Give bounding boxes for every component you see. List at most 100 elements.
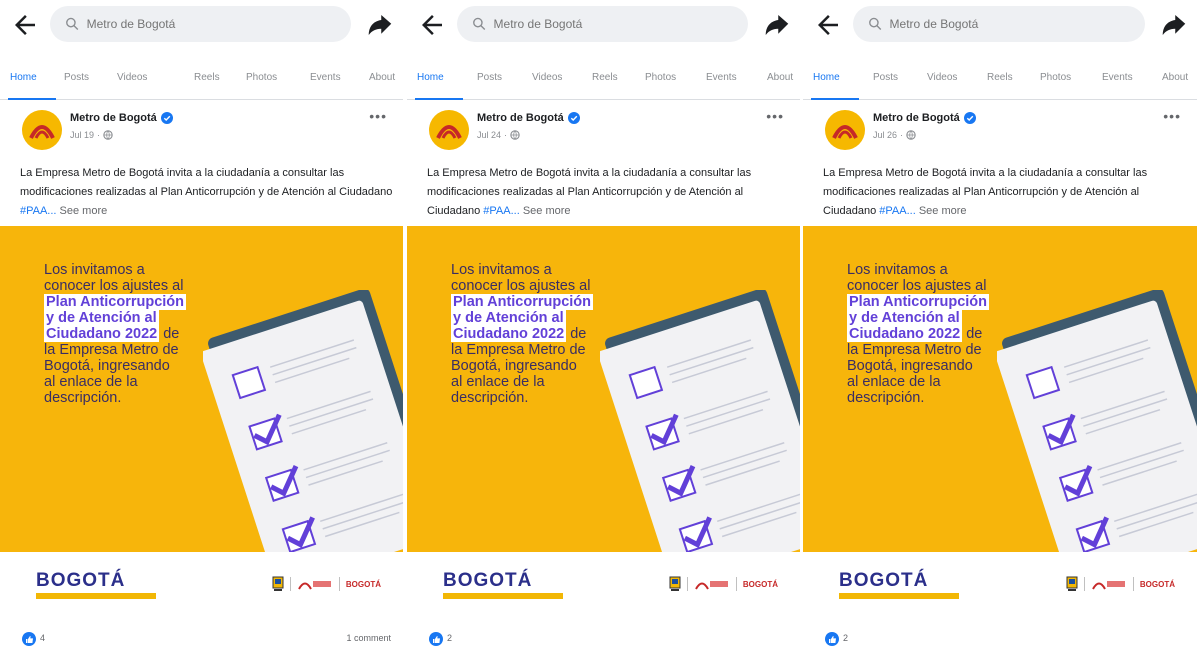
post-image[interactable]: Los invitamos a conocer los ajustes al P… xyxy=(407,226,800,552)
comment-count[interactable]: 1 comment xyxy=(346,633,391,643)
post-date[interactable]: Jul 19 xyxy=(70,130,94,140)
hashtag-link[interactable]: #PAA... xyxy=(879,205,915,217)
image-highlight: Ciudadano 2022 xyxy=(44,326,160,342)
page-name-text[interactable]: Metro de Bogotá xyxy=(70,112,157,124)
metro-logo-icon xyxy=(436,125,462,139)
tab-posts[interactable]: Posts xyxy=(477,72,502,83)
image-line: Los invitamos a xyxy=(451,262,552,278)
back-arrow-icon[interactable] xyxy=(417,10,447,40)
post-image[interactable]: Los invitamos a conocer los ajustes al P… xyxy=(0,226,403,552)
bogota-partner-logo: BOGOTÁ xyxy=(345,579,381,589)
post-text-body: La Empresa Metro de Bogotá invita a la c… xyxy=(823,167,1148,217)
top-bar xyxy=(0,0,403,50)
tab-videos[interactable]: Videos xyxy=(532,72,562,83)
tab-posts[interactable]: Posts xyxy=(873,72,898,83)
share-icon[interactable] xyxy=(762,10,792,40)
tab-about[interactable]: About xyxy=(767,72,793,83)
page-tabs: Home Posts Videos Reels Photos Events Ab… xyxy=(0,58,403,100)
post-text-body: La Empresa Metro de Bogotá invita a la c… xyxy=(20,167,393,198)
like-count[interactable]: 4 xyxy=(40,633,45,643)
post-image[interactable]: Los invitamos a conocer los ajustes al P… xyxy=(803,226,1197,552)
globe-icon xyxy=(103,130,113,140)
tab-reels[interactable]: Reels xyxy=(194,72,220,83)
partner-logos: BOGOTÁ xyxy=(1066,576,1175,592)
page-name-text[interactable]: Metro de Bogotá xyxy=(477,112,564,124)
tab-photos[interactable]: Photos xyxy=(1040,72,1071,83)
hashtag-link[interactable]: #PAA... xyxy=(20,205,56,217)
tab-reels[interactable]: Reels xyxy=(592,72,618,83)
bogota-logo-word: BOGOTÁ xyxy=(36,570,126,591)
search-bar[interactable] xyxy=(457,6,748,42)
like-reaction-icon[interactable] xyxy=(22,632,36,646)
post-date[interactable]: Jul 24 xyxy=(477,130,501,140)
back-arrow-icon[interactable] xyxy=(813,10,843,40)
checklist-document-illustration xyxy=(997,290,1197,552)
page-name[interactable]: Metro de Bogotá xyxy=(873,112,976,124)
page-avatar[interactable] xyxy=(22,110,62,150)
image-footer-logos: BOGOTÁ BOGOTÁ xyxy=(0,552,403,622)
search-bar[interactable] xyxy=(853,6,1145,42)
hashtag-link[interactable]: #PAA... xyxy=(483,205,519,217)
post-footer: 4 1 comment xyxy=(0,630,403,654)
see-more-link[interactable]: See more xyxy=(919,205,967,217)
image-highlight: Plan Anticorrupción xyxy=(847,294,990,310)
page-name[interactable]: Metro de Bogotá xyxy=(70,112,173,124)
more-options-icon[interactable]: ••• xyxy=(1163,108,1181,124)
bogota-logo-tagline-bar xyxy=(839,593,959,599)
search-icon xyxy=(869,17,882,31)
page-avatar[interactable] xyxy=(825,110,865,150)
search-input[interactable] xyxy=(86,17,351,31)
post-text: La Empresa Metro de Bogotá invita a la c… xyxy=(427,164,790,221)
facebook-page-panel: Home Posts Videos Reels Photos Events Ab… xyxy=(803,0,1197,657)
facebook-page-panel: Home Posts Videos Reels Photos Events Ab… xyxy=(407,0,800,657)
search-input[interactable] xyxy=(889,17,1145,31)
see-more-link[interactable]: See more xyxy=(523,205,571,217)
tab-reels[interactable]: Reels xyxy=(987,72,1013,83)
coat-of-arms-icon xyxy=(272,576,284,591)
like-count[interactable]: 2 xyxy=(447,633,452,643)
post-meta: Jul 24 · xyxy=(477,130,520,140)
partner-logos: BOGOTÁ xyxy=(272,576,381,592)
search-bar[interactable] xyxy=(50,6,351,42)
tab-about[interactable]: About xyxy=(1162,72,1188,83)
page-avatar[interactable] xyxy=(429,110,469,150)
post-header: Metro de Bogotá Jul 19 · ••• xyxy=(0,104,403,158)
like-reaction-icon[interactable] xyxy=(825,632,839,646)
back-arrow-icon[interactable] xyxy=(10,10,40,40)
post-text-body: La Empresa Metro de Bogotá invita a la c… xyxy=(427,167,752,217)
tab-photos[interactable]: Photos xyxy=(645,72,676,83)
like-reaction-icon[interactable] xyxy=(429,632,443,646)
page-name[interactable]: Metro de Bogotá xyxy=(477,112,580,124)
more-options-icon[interactable]: ••• xyxy=(766,108,784,124)
bogota-partner-logo: BOGOTÁ xyxy=(742,579,778,589)
post-date[interactable]: Jul 26 xyxy=(873,130,897,140)
tab-photos[interactable]: Photos xyxy=(246,72,277,83)
globe-icon xyxy=(906,130,916,140)
coat-of-arms-icon xyxy=(669,576,681,591)
tab-home[interactable]: Home xyxy=(813,72,840,83)
share-icon[interactable] xyxy=(365,10,395,40)
tab-events[interactable]: Events xyxy=(1102,72,1133,83)
verified-badge-icon xyxy=(160,112,173,124)
tab-home[interactable]: Home xyxy=(10,72,37,83)
tab-events[interactable]: Events xyxy=(310,72,341,83)
top-bar xyxy=(803,0,1197,50)
image-line: Los invitamos a xyxy=(44,262,145,278)
like-count[interactable]: 2 xyxy=(843,633,848,643)
tab-posts[interactable]: Posts xyxy=(64,72,89,83)
post-header: Metro de Bogotá Jul 24 · ••• xyxy=(407,104,800,158)
page-tabs: Home Posts Videos Reels Photos Events Ab… xyxy=(407,58,800,100)
search-input[interactable] xyxy=(493,17,748,31)
tab-about[interactable]: About xyxy=(369,72,395,83)
tab-videos[interactable]: Videos xyxy=(117,72,147,83)
share-icon[interactable] xyxy=(1159,10,1189,40)
page-name-text[interactable]: Metro de Bogotá xyxy=(873,112,960,124)
globe-icon xyxy=(510,130,520,140)
tab-home[interactable]: Home xyxy=(417,72,444,83)
image-highlight: Ciudadano 2022 xyxy=(451,326,567,342)
tab-videos[interactable]: Videos xyxy=(927,72,957,83)
see-more-link[interactable]: See more xyxy=(60,205,108,217)
more-options-icon[interactable]: ••• xyxy=(369,108,387,124)
tab-events[interactable]: Events xyxy=(706,72,737,83)
post-footer: 2 xyxy=(407,630,800,654)
